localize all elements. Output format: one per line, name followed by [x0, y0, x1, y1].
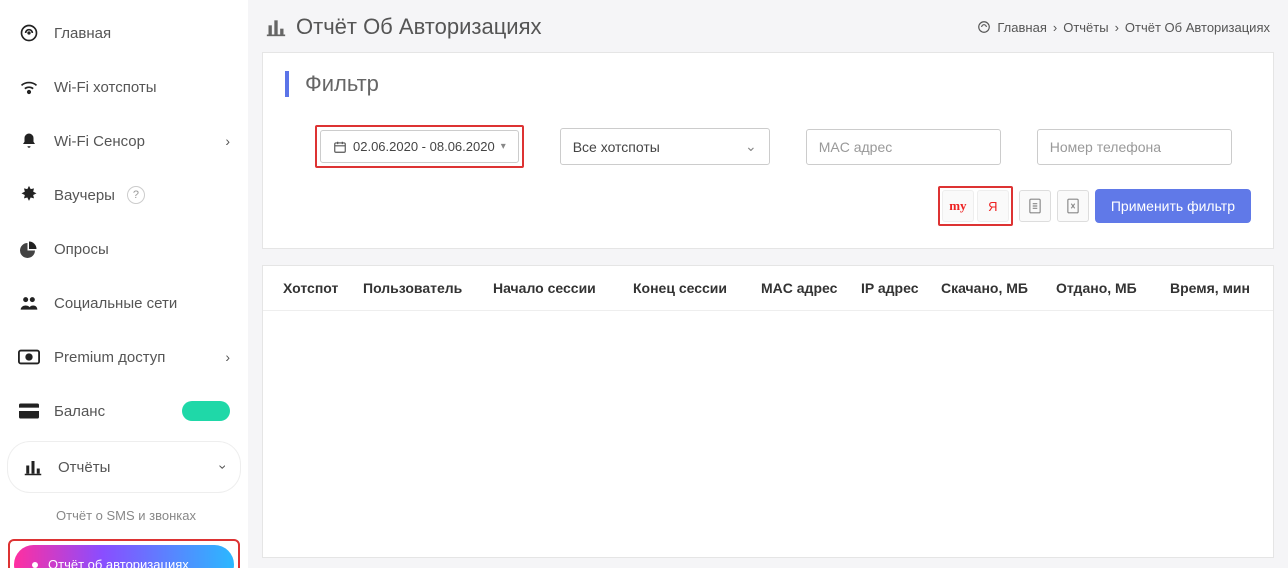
- mac-address-input[interactable]: [806, 129, 1001, 165]
- main-content: Отчёт Об Авторизациях Главная › Отчёты ›…: [248, 0, 1288, 568]
- th-ip[interactable]: IP адрес: [853, 280, 933, 296]
- phone-number-input[interactable]: [1037, 129, 1232, 165]
- page-header: Отчёт Об Авторизациях Главная › Отчёты ›…: [262, 10, 1274, 52]
- dashboard-icon: [18, 22, 40, 44]
- filter-panel: Фильтр 02.06.2020 - 08.06.2020 ▾ Все хот…: [262, 52, 1274, 249]
- breadcrumb: Главная › Отчёты › Отчёт Об Авторизациях: [977, 20, 1270, 35]
- select-value: Все хотспоты: [573, 139, 660, 155]
- calendar-icon: [333, 140, 347, 154]
- mytarget-export-button[interactable]: my: [942, 190, 974, 222]
- sidebar-item-surveys[interactable]: Опросы: [0, 222, 248, 276]
- sidebar-label: Баланс: [54, 403, 105, 420]
- date-range-picker[interactable]: 02.06.2020 - 08.06.2020 ▾: [320, 130, 519, 163]
- bell-icon: [18, 130, 40, 152]
- filter-title: Фильтр: [285, 71, 1251, 97]
- sidebar-sub-sms[interactable]: Отчёт о SMS и звонках: [0, 496, 248, 535]
- dashboard-icon: [977, 20, 991, 34]
- breadcrumb-home[interactable]: Главная: [997, 20, 1046, 35]
- th-time[interactable]: Время, мин: [1158, 280, 1258, 296]
- breadcrumb-current: Отчёт Об Авторизациях: [1125, 20, 1270, 35]
- results-table: Хотспот Пользователь Начало сессии Конец…: [262, 265, 1274, 558]
- bar-chart-icon: [266, 17, 286, 37]
- highlight-box-export: my Я: [938, 186, 1013, 226]
- date-range-value: 02.06.2020 - 08.06.2020: [353, 139, 495, 154]
- th-download[interactable]: Скачано, МБ: [933, 280, 1048, 296]
- burst-icon: [18, 184, 40, 206]
- card-icon: [18, 400, 40, 422]
- sidebar-item-balance[interactable]: Баланс: [0, 384, 248, 438]
- active-dot-icon: [32, 562, 38, 568]
- breadcrumb-reports[interactable]: Отчёты: [1063, 20, 1108, 35]
- th-start[interactable]: Начало сессии: [485, 280, 625, 296]
- page-title: Отчёт Об Авторизациях: [296, 14, 542, 40]
- sidebar-item-hotspots[interactable]: Wi-Fi хотспоты: [0, 60, 248, 114]
- sidebar-item-social[interactable]: Социальные сети: [0, 276, 248, 330]
- th-hotspot[interactable]: Хотспот: [275, 280, 355, 296]
- sidebar-label: Отчёт об авторизациях: [48, 557, 189, 568]
- sidebar-item-reports[interactable]: Отчёты ›: [8, 442, 240, 492]
- wifi-icon: [18, 76, 40, 98]
- users-icon: [18, 292, 40, 314]
- bar-chart-icon: [22, 456, 44, 478]
- chevron-right-icon: ›: [225, 349, 230, 365]
- table-body-empty: [263, 311, 1273, 541]
- sidebar: Главная Wi-Fi хотспоты Wi-Fi Сенсор › Ва…: [0, 0, 248, 568]
- sidebar-label: Социальные сети: [54, 295, 177, 312]
- money-icon: [18, 346, 40, 368]
- th-mac[interactable]: MAC адрес: [753, 280, 853, 296]
- sidebar-label: Ваучеры: [54, 187, 115, 204]
- chevron-down-icon: ⌄: [745, 138, 757, 155]
- balance-badge: [182, 401, 230, 421]
- table-header-row: Хотспот Пользователь Начало сессии Конец…: [263, 266, 1273, 311]
- filter-inputs-row: 02.06.2020 - 08.06.2020 ▾ Все хотспоты ⌄: [285, 125, 1251, 168]
- th-upload[interactable]: Отдано, МБ: [1048, 280, 1158, 296]
- sidebar-item-sensor[interactable]: Wi-Fi Сенсор ›: [0, 114, 248, 168]
- sidebar-item-home[interactable]: Главная: [0, 6, 248, 60]
- yandex-export-button[interactable]: Я: [977, 190, 1009, 222]
- th-user[interactable]: Пользователь: [355, 280, 485, 296]
- sidebar-item-vouchers[interactable]: Ваучеры ?: [0, 168, 248, 222]
- filter-actions: my Я Применить фильтр: [285, 168, 1251, 226]
- sidebar-label: Premium доступ: [54, 349, 165, 366]
- pie-chart-icon: [18, 238, 40, 260]
- sidebar-item-premium[interactable]: Premium доступ ›: [0, 330, 248, 384]
- highlight-box-auth: Отчёт об авторизациях: [8, 539, 240, 568]
- chevron-right-icon: ›: [225, 133, 230, 149]
- apply-filter-button[interactable]: Применить фильтр: [1095, 189, 1251, 223]
- hotspot-select[interactable]: Все хотспоты ⌄: [560, 128, 770, 165]
- sidebar-label: Опросы: [54, 241, 109, 258]
- help-icon[interactable]: ?: [127, 186, 145, 204]
- export-xls-button[interactable]: [1019, 190, 1051, 222]
- sidebar-label: Главная: [54, 25, 111, 42]
- page-title-wrap: Отчёт Об Авторизациях: [266, 14, 542, 40]
- sidebar-label: Wi-Fi Сенсор: [54, 133, 145, 150]
- sidebar-sub-auth-active[interactable]: Отчёт об авторизациях: [14, 545, 234, 568]
- caret-down-icon: ▾: [501, 141, 506, 152]
- export-csv-button[interactable]: [1057, 190, 1089, 222]
- th-end[interactable]: Конец сессии: [625, 280, 753, 296]
- highlight-box-date: 02.06.2020 - 08.06.2020 ▾: [315, 125, 524, 168]
- sidebar-label: Wi-Fi хотспоты: [54, 79, 156, 96]
- chevron-down-icon: ›: [216, 465, 232, 470]
- sidebar-label: Отчёты: [58, 459, 110, 476]
